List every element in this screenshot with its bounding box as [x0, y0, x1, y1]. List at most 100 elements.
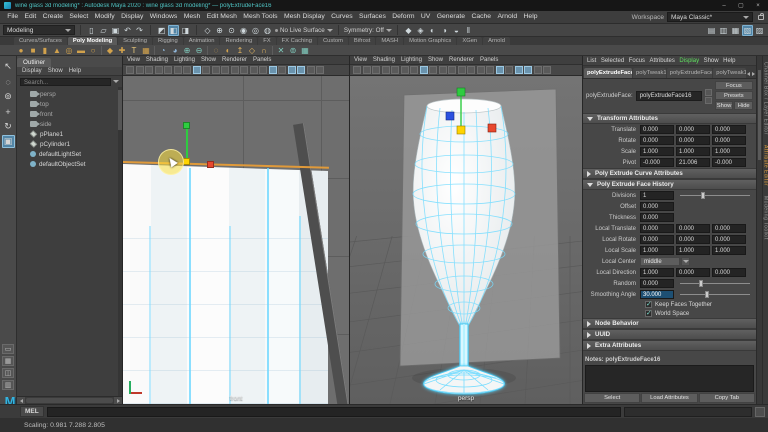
platonic-solid-icon[interactable]: ◆: [105, 45, 115, 55]
attribute-editor-menu-item[interactable]: Help: [723, 58, 735, 64]
local-direction-y[interactable]: 0.000: [676, 268, 710, 277]
smoothing-angle-slider[interactable]: [678, 290, 753, 299]
local-scale-z[interactable]: 1.000: [712, 246, 746, 255]
divisions-slider[interactable]: [678, 191, 753, 200]
vp-2d-pan-zoom-icon[interactable]: [173, 66, 182, 74]
value-field-z[interactable]: 0.000: [712, 136, 746, 145]
shelf-tab[interactable]: Animation: [183, 37, 220, 45]
vp-use-all-lights-icon[interactable]: [287, 66, 296, 74]
manipulator-y-handle[interactable]: [183, 122, 190, 129]
manipulator-x-handle[interactable]: [487, 123, 497, 133]
value-field-x[interactable]: -0.000: [640, 158, 674, 167]
outliner-tab[interactable]: Outliner: [17, 58, 52, 67]
bevel-icon[interactable]: ◇: [247, 45, 257, 55]
thickness-field[interactable]: 0.000: [640, 213, 674, 222]
tab-scroll-left-icon[interactable]: [747, 72, 750, 76]
vp-shadows-icon[interactable]: [524, 66, 532, 74]
menubar-item[interactable]: Surfaces: [356, 11, 389, 23]
outliner-item[interactable]: persp: [17, 89, 122, 99]
render-settings-icon[interactable]: ◐: [427, 25, 438, 36]
vp-safe-title-icon[interactable]: [249, 66, 258, 74]
shelf-tab[interactable]: Motion Graphics: [404, 37, 457, 45]
local-scale-y[interactable]: 1.000: [676, 246, 710, 255]
world-space-checkbox[interactable]: ✓ World Space: [583, 309, 756, 318]
outliner-menu-item[interactable]: Display: [22, 68, 42, 74]
viewport-menu-item[interactable]: View: [354, 57, 367, 63]
outliner-vertical-scrollbar[interactable]: [118, 87, 122, 396]
vp-camera-attrs-icon[interactable]: [372, 66, 380, 74]
close-button[interactable]: ×: [750, 1, 766, 11]
vp-resolution-gate-icon[interactable]: [438, 66, 447, 74]
shelf-divider[interactable]: [153, 45, 156, 55]
outliner-item[interactable]: defaultObjectSet: [17, 159, 122, 169]
shelf-divider[interactable]: [271, 45, 274, 55]
node-tab[interactable]: polyExtrudeFace15: [666, 68, 713, 78]
redo-icon[interactable]: ↷: [134, 25, 145, 36]
random-field[interactable]: 0.000: [640, 279, 674, 288]
scroll-right-arrow-icon[interactable]: [114, 397, 122, 404]
shelf-tab[interactable]: MASH: [376, 37, 404, 45]
save-scene-icon[interactable]: ▣: [110, 25, 121, 36]
menubar-item[interactable]: Mesh Display: [281, 11, 328, 23]
vp-lock-camera-icon[interactable]: [362, 66, 371, 74]
vp-shadows-icon[interactable]: [297, 66, 305, 74]
attribute-editor-footer-button[interactable]: Load Attributes: [641, 393, 698, 403]
local-translate-x[interactable]: 0.000: [640, 224, 674, 233]
layout-two-pane-icon[interactable]: ◫: [2, 368, 14, 378]
vp-resolution-gate-icon[interactable]: [211, 66, 220, 74]
poly-cylinder-icon[interactable]: ▮: [40, 45, 50, 55]
value-field-x[interactable]: 0.000: [640, 125, 674, 134]
booleans-difference-icon[interactable]: ◕: [170, 45, 180, 55]
shelf-tab[interactable]: Sculpting: [118, 37, 153, 45]
quad-draw-icon[interactable]: ▦: [300, 45, 310, 55]
local-center-dropdown[interactable]: middle: [640, 257, 680, 266]
render-current-frame-icon[interactable]: ◆: [403, 25, 414, 36]
vp-field-chart-icon[interactable]: [230, 66, 239, 74]
layout-four-pane-icon[interactable]: ▦: [2, 356, 14, 366]
vp-grid-icon[interactable]: [192, 66, 201, 74]
hide-button[interactable]: Hide: [734, 101, 754, 110]
menubar-item[interactable]: Arnold: [494, 11, 520, 23]
manipulator-center-handle[interactable]: [456, 125, 466, 135]
offset-field[interactable]: 0.000: [640, 202, 674, 211]
local-translate-y[interactable]: 0.000: [676, 224, 710, 233]
vp-safe-action-icon[interactable]: [240, 66, 248, 74]
smooth-icon[interactable]: ◌: [211, 45, 221, 55]
outliner-item[interactable]: pPlane1: [17, 129, 122, 139]
value-field-y[interactable]: 21.006: [676, 158, 710, 167]
vp-use-all-lights-icon[interactable]: [514, 66, 523, 74]
viewport-menu-item[interactable]: Shading: [146, 57, 168, 63]
modeling-toolkit-toggle-icon[interactable]: ▤: [706, 25, 717, 36]
section-poly-extrude-face-history[interactable]: Poly Extrude Face History: [583, 179, 756, 190]
snap-projected-center-icon[interactable]: ◉: [238, 25, 249, 36]
shelf-tab[interactable]: Poly Modeling: [67, 37, 118, 45]
vp-wireframe-icon[interactable]: [259, 66, 267, 74]
select-object-icon[interactable]: ◧: [168, 24, 179, 36]
vp-anti-alias-icon[interactable]: [316, 66, 324, 74]
viewport-menu-item[interactable]: Panels: [253, 57, 271, 63]
presets-button[interactable]: Presets: [714, 91, 753, 100]
vp-shaded-icon[interactable]: [495, 66, 504, 74]
menubar-item[interactable]: Generate: [434, 11, 469, 23]
svg-tool-icon[interactable]: ▦: [141, 45, 151, 55]
vp-grease-pencil-icon[interactable]: [183, 66, 191, 74]
outliner-item[interactable]: side: [17, 119, 122, 129]
notes-textarea[interactable]: [585, 365, 754, 392]
vp-image-plane-icon[interactable]: [164, 66, 172, 74]
dock-tab[interactable]: Channel Box / Layer Editor: [763, 62, 768, 135]
menubar-item[interactable]: Cache: [468, 11, 494, 23]
outliner-item[interactable]: top: [17, 99, 122, 109]
outliner-item[interactable]: defaultLightSet: [17, 149, 122, 159]
local-translate-z[interactable]: 0.000: [712, 224, 746, 233]
type-tool-icon[interactable]: T: [129, 45, 139, 55]
channel-box-toggle-icon[interactable]: ▦: [730, 25, 741, 36]
shelf-divider[interactable]: [100, 45, 103, 55]
vp-gate-mask-icon[interactable]: [448, 66, 456, 74]
local-scale-x[interactable]: 1.000: [640, 246, 674, 255]
poly-cube-icon[interactable]: ■: [28, 45, 38, 55]
outliner-item[interactable]: front: [17, 109, 122, 119]
poly-sphere-icon[interactable]: ●: [16, 45, 26, 55]
list-icon[interactable]: [704, 96, 712, 104]
separate-icon[interactable]: ⊖: [194, 45, 204, 55]
attribute-editor-menu-item[interactable]: Attributes: [650, 58, 675, 64]
